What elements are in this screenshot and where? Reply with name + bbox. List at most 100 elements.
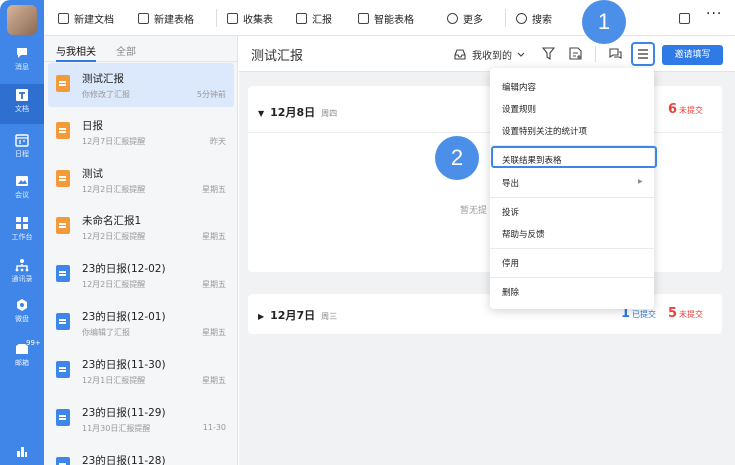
rail-label: 日程 [15, 150, 29, 158]
item-subtitle: 你修改了汇报 [82, 90, 130, 99]
item-title: 23的日报(11-28) [82, 455, 166, 465]
chat-icon[interactable] [609, 47, 622, 60]
rail-item-meeting[interactable]: 会议 [0, 174, 44, 200]
rail-item-calendar[interactable]: 日程 [0, 133, 44, 159]
add-doc-icon[interactable] [569, 47, 582, 60]
tab-indicator [56, 60, 96, 62]
item-subtitle: 11月30日汇报提醒 [82, 424, 151, 433]
new-doc-button[interactable]: 新建文档 [58, 10, 114, 26]
rail-item-disk[interactable]: 微盘 [0, 298, 44, 324]
menu-item-export[interactable]: 导出 [502, 177, 519, 189]
item-title: 23的日报(12-02) [82, 263, 166, 275]
rail-label: 会议 [15, 191, 29, 199]
rail-label: 消息 [15, 63, 29, 71]
item-title: 23的日报(11-29) [82, 407, 166, 419]
more-button[interactable]: 更多 [447, 10, 483, 26]
funnel-icon[interactable] [542, 47, 555, 60]
avatar[interactable] [7, 5, 37, 35]
tab-all[interactable]: 全部 [116, 43, 136, 58]
new-sheet-button[interactable]: 新建表格 [138, 10, 194, 26]
list-item[interactable]: 23的日报(11-29) 11月30日汇报提醒 11-30 [48, 397, 234, 441]
menu-button[interactable] [631, 42, 655, 66]
item-time: 星期五 [202, 280, 226, 289]
list-item[interactable]: 测试汇报 你修改了汇报 5分钟前 [48, 63, 234, 107]
submenu-arrow-icon: ▶ [638, 178, 643, 185]
received-filter-dropdown[interactable]: 我收到的 [454, 47, 525, 62]
disk-icon [15, 298, 29, 312]
rail-item-mail[interactable]: 99+ 邮箱 [0, 339, 44, 368]
app-sidebar: 消息 文档 日程 会议 工作台 通讯录 微盘 99+ 邮箱 [0, 0, 44, 465]
item-time: 5分钟前 [196, 90, 226, 99]
list-item[interactable]: 测试 12月2日汇报提醒 星期五 [48, 158, 234, 202]
date-header[interactable]: ▶ 12月7日 周三 [258, 307, 337, 323]
item-time: 星期五 [202, 328, 226, 337]
report-button[interactable]: 汇报 [296, 10, 332, 26]
search-button[interactable]: 搜索 [516, 10, 552, 26]
unsubmitted-stat[interactable]: 5 未提交 [668, 306, 703, 321]
item-title: 日报 [82, 120, 103, 132]
menu-item-disable[interactable]: 停用 [502, 257, 519, 269]
header-divider [595, 46, 596, 62]
menu-item-delete[interactable]: 删除 [502, 286, 519, 298]
list-item[interactable]: 23的日报(11-30) 12月1日汇报提醒 星期五 [48, 349, 234, 393]
item-subtitle: 12月2日汇报提醒 [82, 185, 146, 194]
menu-item-rules[interactable]: 设置规则 [502, 103, 536, 115]
detail-header: 测试汇报 我收到的 邀请填写 [239, 36, 735, 72]
invite-fill-button[interactable]: 邀请填写 [662, 45, 723, 65]
highlight-box [491, 146, 657, 168]
page-title: 测试汇报 [251, 49, 304, 64]
menu-divider [490, 197, 654, 198]
item-time: 昨天 [210, 137, 226, 146]
calendar-icon [15, 133, 29, 147]
item-subtitle: 12月2日汇报提醒 [82, 232, 146, 241]
hamburger-icon [638, 49, 648, 59]
list-item[interactable]: 23的日报(12-02) 12月2日汇报提醒 星期五 [48, 253, 234, 297]
menu-item-help[interactable]: 帮助与反馈 [502, 228, 545, 240]
step-marker-1: 1 [582, 0, 626, 44]
list-item[interactable]: 日报 12月7日汇报提醒 昨天 [48, 110, 234, 154]
rail-item-contacts[interactable]: 通讯录 [0, 258, 44, 284]
sheet-icon [138, 12, 149, 24]
smart-sheet-icon [358, 12, 369, 24]
smart-sheet-button[interactable]: 智能表格 [358, 10, 414, 26]
bar-chart-icon [15, 444, 29, 458]
list-tabs: 与我相关 全部 [44, 36, 237, 62]
more-options-menu: 编辑内容 设置规则 设置特别关注的统计项 关联结果到表格 导出 ▶ 投诉 帮助与… [490, 68, 657, 309]
item-title: 23的日报(12-01) [82, 311, 166, 323]
collect-form-button[interactable]: 收集表 [227, 10, 273, 26]
daily-report-icon [56, 409, 70, 426]
date-header[interactable]: ▼ 12月8日 周四 [258, 104, 337, 120]
item-time: 星期五 [202, 376, 226, 385]
report-icon [56, 122, 70, 139]
toolbar-divider [505, 9, 506, 27]
item-title: 测试 [82, 168, 103, 180]
daily-report-icon [56, 265, 70, 282]
menu-item-complain[interactable]: 投诉 [502, 206, 519, 218]
rail-item-workbench[interactable]: 工作台 [0, 216, 44, 242]
window-menu-button[interactable]: ··· [706, 6, 722, 22]
report-list-pane: 与我相关 全部 测试汇报 你修改了汇报 5分钟前 日报 12月7日汇报提醒 昨天… [44, 36, 238, 465]
rail-label: 文档 [15, 105, 29, 113]
grid-icon [15, 216, 29, 230]
report-icon [296, 12, 307, 24]
layout-toggle-button[interactable] [679, 10, 695, 26]
list-item[interactable]: 23的日报(11-28) [48, 445, 234, 465]
rail-label: 微盘 [15, 315, 29, 323]
rail-item-docs[interactable]: 文档 [0, 84, 44, 124]
document-icon [15, 88, 29, 102]
empty-text: 暂无提 [460, 206, 488, 216]
unsubmitted-stat[interactable]: 6 未提交 [668, 102, 703, 117]
list-item[interactable]: 未命名汇报1 12月2日汇报提醒 星期五 [48, 205, 234, 249]
rail-item-messages[interactable]: 消息 [0, 46, 44, 72]
item-subtitle: 12月2日汇报提醒 [82, 280, 146, 289]
more-icon [447, 12, 458, 24]
list-item[interactable]: 23的日报(12-01) 你编辑了汇报 星期五 [48, 301, 234, 345]
chevron-down-icon [517, 52, 525, 57]
contacts-icon [15, 258, 29, 272]
collect-icon [227, 12, 238, 24]
menu-item-special-stats[interactable]: 设置特别关注的统计项 [502, 125, 587, 137]
rail-item-more[interactable] [0, 444, 44, 460]
tab-related[interactable]: 与我相关 [56, 43, 96, 58]
menu-divider [490, 248, 654, 249]
menu-item-edit[interactable]: 编辑内容 [502, 81, 536, 93]
